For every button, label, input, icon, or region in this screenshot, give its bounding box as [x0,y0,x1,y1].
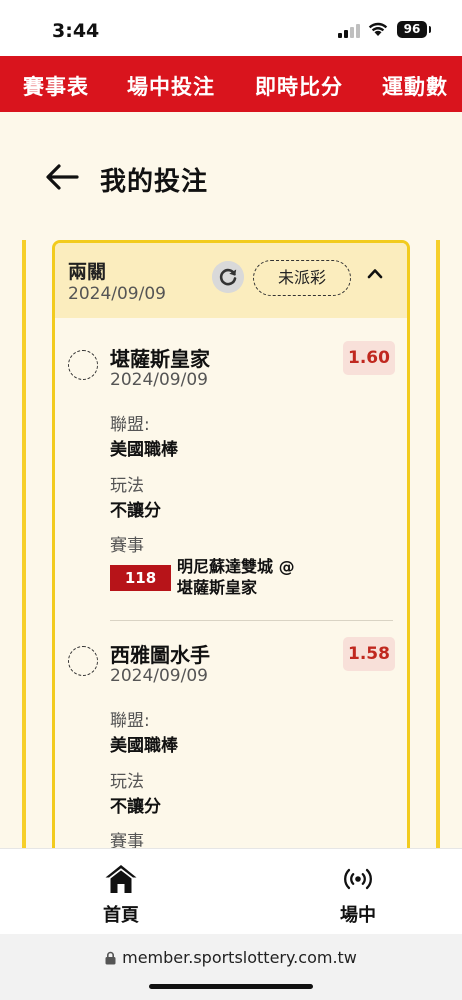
league-value: 美國職棒 [110,736,178,756]
home-indicator[interactable] [149,984,313,989]
leg-odds: 1.58 [343,637,395,671]
lock-icon [105,951,116,965]
right-rail [436,240,440,850]
refresh-icon[interactable] [212,261,244,293]
bottom-tab-bar: 首頁 場中 [0,848,462,934]
leg-radio[interactable] [68,646,98,676]
market-label: 玩法 [110,772,144,792]
tab-home-label: 首頁 [103,905,139,926]
league-value: 美國職棒 [110,440,178,460]
back-arrow-icon[interactable] [44,162,80,192]
status-bar: 3:44 96 [0,0,462,56]
league-label: 聯盟: [110,711,150,731]
home-icon [105,865,137,893]
bet-type: 兩關 [68,261,107,283]
nav-item-live-scores[interactable]: 即時比分 [255,71,343,101]
url-display: member.sportslottery.com.tw [0,948,462,967]
page-title: 我的投注 [100,167,209,197]
tab-live-label: 場中 [340,905,376,926]
battery-indicator: 96 [397,21,431,38]
leg-radio[interactable] [68,350,98,380]
leg-divider [110,620,393,621]
leg-team: 西雅圖水手 [110,643,210,667]
leg-odds: 1.60 [343,341,395,375]
league-label: 聯盟: [110,415,150,435]
chevron-up-icon[interactable] [367,267,383,279]
wifi-icon [368,22,388,36]
bet-card: 兩關 2024/09/09 未派彩 堪薩斯皇家 2024/09/09 1.60 … [52,240,410,860]
url-text: member.sportslottery.com.tw [122,948,357,967]
top-nav: 賽事表 場中投注 即時比分 運動數 [0,56,462,112]
bet-card-header[interactable]: 兩關 2024/09/09 未派彩 [55,243,407,318]
leg-date: 2024/09/09 [110,666,208,686]
match-number: 118 [110,565,171,591]
tab-home[interactable]: 首頁 [61,849,181,935]
signal-icon [338,24,360,38]
tab-live[interactable]: 場中 [298,849,418,935]
leg-date: 2024/09/09 [110,370,208,390]
market-label: 玩法 [110,476,144,496]
nav-item-sports-data[interactable]: 運動數 [382,71,448,101]
match-name-line1: 明尼蘇達雙城 @ [177,557,295,576]
nav-item-schedule[interactable]: 賽事表 [23,71,89,101]
status-badge: 未派彩 [253,260,351,296]
nav-item-live-betting[interactable]: 場中投注 [127,71,215,101]
market-value: 不讓分 [110,501,161,521]
browser-url-bar[interactable]: member.sportslottery.com.tw [0,934,462,1000]
status-time: 3:44 [52,20,100,42]
match-name-line2: 堪薩斯皇家 [177,578,258,597]
live-icon [344,868,372,890]
leg-team: 堪薩斯皇家 [110,347,210,371]
match-label: 賽事 [110,536,144,556]
left-rail [22,240,26,850]
market-value: 不讓分 [110,797,161,817]
bet-date: 2024/09/09 [68,284,166,304]
